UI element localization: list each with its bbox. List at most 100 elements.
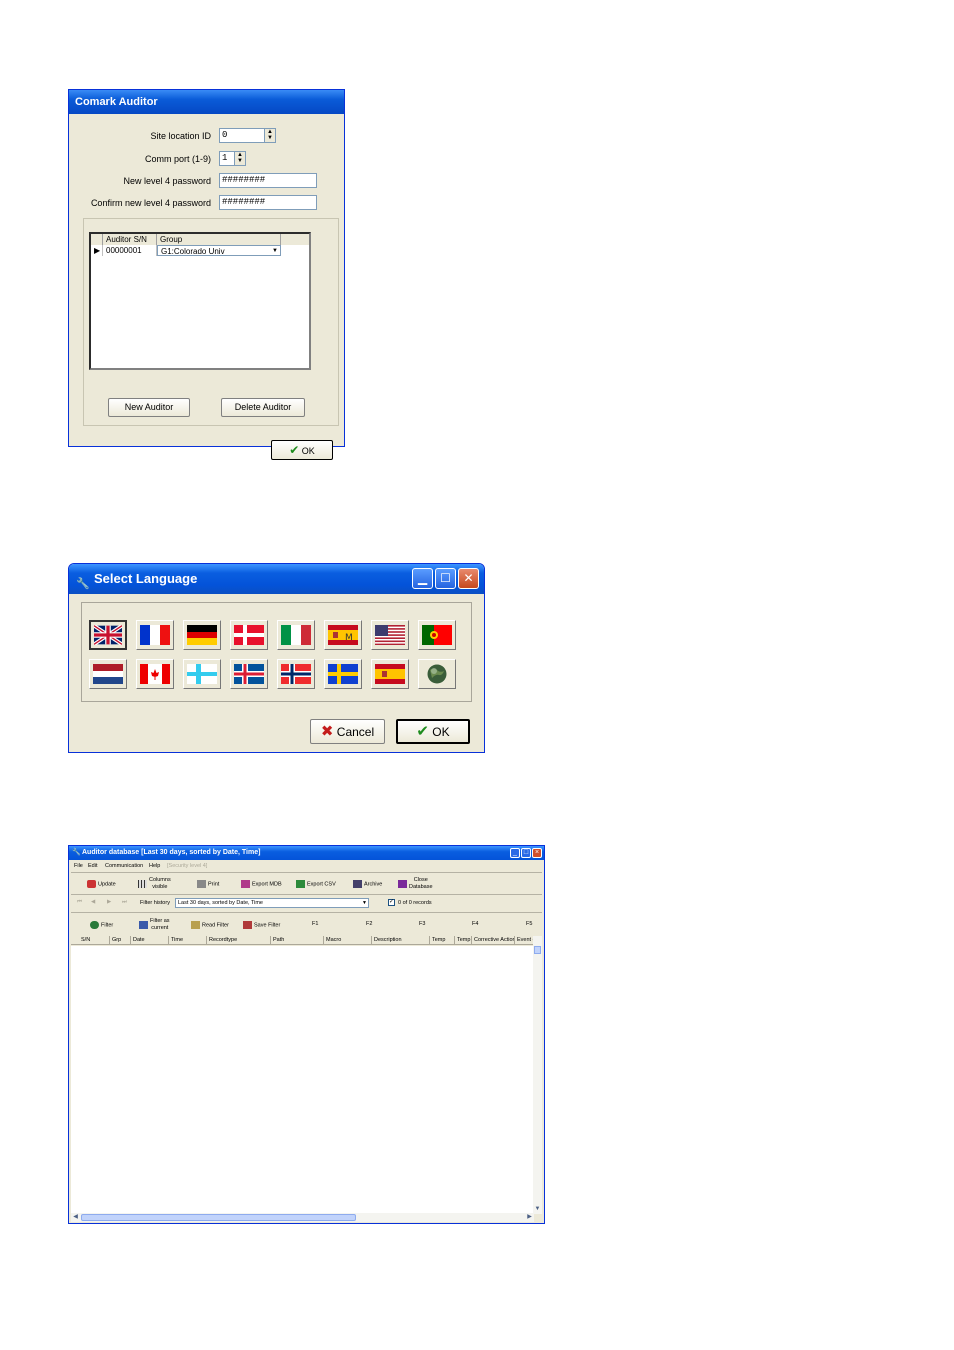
col-macro[interactable]: Macro	[324, 936, 372, 945]
col-temp-1[interactable]: Temp	[430, 936, 455, 945]
table-row[interactable]: ▶ 00000001 G1:Colorado Univ ▼	[91, 245, 309, 256]
scroll-right-icon[interactable]: ▶	[525, 1213, 534, 1222]
col-corrective-action[interactable]: Corrective Action	[472, 936, 515, 945]
filter-history-select[interactable]: Last 30 days, sorted by Date, Time ▼	[175, 898, 369, 908]
menu-edit[interactable]: Edit	[88, 861, 97, 871]
finland-flag-button[interactable]	[183, 659, 221, 689]
italy-flag-button[interactable]	[277, 620, 315, 650]
auditor-grid[interactable]: Auditor S/N Group ▶ 00000001 G1:Colorado…	[89, 232, 311, 370]
delete-auditor-button[interactable]: Delete Auditor	[221, 398, 305, 417]
records-table[interactable]	[71, 946, 534, 1214]
vertical-scroll-thumb[interactable]	[534, 946, 541, 954]
records-checkbox[interactable]: ✓	[388, 899, 395, 906]
usa-flag-button[interactable]	[371, 620, 409, 650]
save-filter-button[interactable]: Save Filter	[243, 921, 280, 929]
comm-port-spinner[interactable]: ▲ ▼	[234, 151, 246, 166]
iceland-flag-icon	[234, 664, 264, 684]
site-location-input[interactable]: 0	[219, 128, 265, 143]
globe-button[interactable]	[418, 659, 456, 689]
menu-communication[interactable]: Communication	[105, 861, 143, 871]
netherlands-flag-button[interactable]	[89, 659, 127, 689]
print-button[interactable]: Print	[197, 880, 219, 888]
col-path[interactable]: Path	[271, 936, 324, 945]
close-button[interactable]: ×	[532, 848, 542, 858]
uk-flag-button[interactable]	[89, 620, 127, 650]
cancel-button[interactable]: ✖ Cancel	[310, 719, 385, 744]
filter-as-current-button[interactable]: Filter as current	[139, 918, 170, 932]
read-filter-button[interactable]: Read Filter	[191, 921, 229, 929]
denmark-flag-icon	[234, 625, 264, 645]
minimize-button[interactable]: _	[510, 848, 520, 858]
menu-help[interactable]: Help	[149, 861, 160, 871]
group-select[interactable]: G1:Colorado Univ ▼	[157, 245, 281, 256]
f2-button[interactable]: F2	[366, 921, 372, 928]
next-record-icon[interactable]: ▶	[107, 899, 111, 906]
group-select-value: G1:Colorado Univ	[161, 247, 225, 256]
close-database-button[interactable]: Close Database	[398, 877, 433, 891]
row-pointer-icon: ▶	[91, 245, 103, 256]
iceland-flag-button[interactable]	[230, 659, 268, 689]
col-time[interactable]: Time	[169, 936, 207, 945]
last-record-icon[interactable]: ⏭	[122, 899, 127, 906]
site-location-spinner[interactable]: ▲ ▼	[264, 128, 276, 143]
new-auditor-button[interactable]: New Auditor	[108, 398, 190, 417]
confirm-password-input[interactable]: ########	[219, 195, 317, 210]
export-mdb-button[interactable]: Export MDB	[241, 880, 282, 888]
app-icon: 🔧	[72, 849, 81, 856]
cancel-x-icon: ✖	[320, 723, 334, 740]
close-button[interactable]: ✕	[458, 568, 479, 589]
horizontal-scroll-thumb[interactable]	[81, 1214, 356, 1221]
mdb-icon	[241, 880, 250, 888]
col-date[interactable]: Date	[131, 936, 169, 945]
col-recordtype[interactable]: Recordtype	[207, 936, 271, 945]
window-title-text: Auditor database [Last 30 days, sorted b…	[82, 849, 261, 856]
ok-button[interactable]: ✔ OK	[396, 719, 470, 744]
f5-button[interactable]: F5	[526, 921, 532, 928]
grid-header-group[interactable]: Group	[157, 234, 281, 245]
maximize-icon: ☐	[440, 571, 451, 585]
export-csv-button[interactable]: Export CSV	[296, 880, 336, 888]
col-temp-2[interactable]: Temp	[455, 936, 472, 945]
spain-catalan-flag-button[interactable]: M	[324, 620, 362, 650]
filter-button[interactable]: Filter	[90, 921, 113, 929]
col-event[interactable]: Event d	[515, 936, 534, 945]
portugal-flag-button[interactable]	[418, 620, 456, 650]
spain-flag-button[interactable]	[371, 659, 409, 689]
f1-button[interactable]: F1	[312, 921, 318, 928]
columns-icon	[138, 880, 147, 888]
first-record-icon[interactable]: ⏮	[77, 899, 82, 906]
site-location-label: Site location ID	[150, 131, 211, 141]
col-sn[interactable]: S/N	[79, 936, 110, 945]
spain-flag-icon	[375, 664, 405, 684]
scroll-down-icon[interactable]: ▼	[533, 1205, 542, 1214]
maximize-button[interactable]: □	[521, 848, 531, 858]
f4-button[interactable]: F4	[472, 921, 478, 928]
col-description[interactable]: Description	[372, 936, 430, 945]
new-password-input[interactable]: ########	[219, 173, 317, 188]
col-grp[interactable]: Grp	[110, 936, 131, 945]
norway-flag-button[interactable]	[277, 659, 315, 689]
scroll-left-icon[interactable]: ◀	[71, 1213, 80, 1222]
france-flag-button[interactable]	[136, 620, 174, 650]
canada-flag-button[interactable]	[136, 659, 174, 689]
minimize-button[interactable]: ▁	[412, 568, 433, 589]
netherlands-flag-icon	[93, 664, 123, 684]
sweden-flag-button[interactable]	[324, 659, 362, 689]
row-sn[interactable]: 00000001	[103, 245, 157, 256]
update-button[interactable]: Update	[87, 880, 116, 888]
maximize-button[interactable]: ☐	[435, 568, 456, 589]
horizontal-scrollbar[interactable]: ◀ ▶	[71, 1213, 534, 1222]
vertical-scrollbar[interactable]: ▼	[533, 936, 542, 1214]
columns-visible-button[interactable]: Columns visible	[138, 877, 171, 891]
close-database-icon	[398, 880, 407, 888]
grid-header-sn[interactable]: Auditor S/N	[103, 234, 157, 245]
comm-port-input[interactable]: 1	[219, 151, 235, 166]
germany-flag-button[interactable]	[183, 620, 221, 650]
denmark-flag-button[interactable]	[230, 620, 268, 650]
prev-record-icon[interactable]: ◀	[91, 899, 95, 906]
f3-button[interactable]: F3	[419, 921, 425, 928]
ok-button[interactable]: ✔ OK	[271, 440, 333, 460]
archive-button[interactable]: Archive	[353, 880, 382, 888]
menu-file[interactable]: File	[74, 861, 83, 871]
maximize-icon: □	[523, 849, 529, 856]
